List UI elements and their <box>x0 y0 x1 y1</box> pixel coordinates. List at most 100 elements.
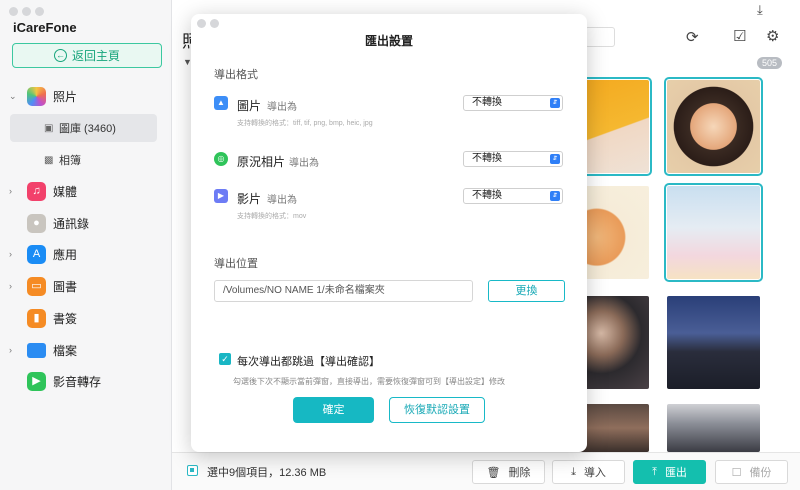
sidebar-item-label: 影音轉存 <box>53 374 102 389</box>
sidebar-item-label: 媒體 <box>53 184 78 199</box>
format-sub-live: 導出為 <box>289 158 319 169</box>
import-label: 導入 <box>583 467 606 479</box>
window-minimize-dot[interactable] <box>22 7 31 16</box>
folder-icon <box>27 342 46 358</box>
sidebar-item-label: 圖庫 (3460) <box>59 123 116 135</box>
sidebar-item-video-transfer[interactable]: ▶ 影音轉存 <box>0 367 172 395</box>
chevron-right-icon[interactable]: › <box>9 281 12 291</box>
sidebar-item-files[interactable]: › 檔案 <box>0 336 172 364</box>
sidebar-item-label: 圖書 <box>53 279 78 294</box>
photo-thumbnail[interactable] <box>667 296 760 389</box>
sidebar-item-label: 通訊錄 <box>53 216 90 231</box>
chevron-right-icon[interactable]: › <box>9 249 12 259</box>
backup-label: 備份 <box>749 467 772 479</box>
format-sub-video: 導出為 <box>267 195 297 206</box>
export-label: 匯出 <box>664 467 687 479</box>
format-name-video: 影片 <box>237 192 262 206</box>
gear-icon[interactable]: ⚙ <box>766 27 779 45</box>
search-input[interactable] <box>585 27 615 47</box>
chevron-right-icon[interactable]: › <box>9 345 12 355</box>
window-zoom-dot[interactable] <box>35 7 44 16</box>
live-photo-icon: ◎ <box>214 152 228 166</box>
sidebar-item-label: 應用 <box>53 247 78 262</box>
window-close-dot[interactable] <box>9 7 18 16</box>
sidebar-item-photos[interactable]: ⌄ 照片 <box>0 82 172 110</box>
delete-label: 刪除 <box>508 467 531 479</box>
select-all-checkbox[interactable] <box>187 465 198 476</box>
sidebar-item-contacts[interactable]: ● 通訊錄 <box>0 209 172 237</box>
contacts-icon: ● <box>27 213 46 233</box>
live-format-value: 不轉換 <box>472 153 502 164</box>
chevron-updown-icon: ⇵ <box>550 154 560 164</box>
video-icon: ▶ <box>214 189 228 203</box>
sidebar-item-books[interactable]: › ▭ 圖書 <box>0 272 172 300</box>
photo-thumbnail[interactable] <box>667 404 760 452</box>
download-icon[interactable]: ⤓ <box>757 2 763 18</box>
backup-icon: ☐ <box>731 466 742 479</box>
count-badge: 505 <box>757 57 783 69</box>
export-path-field[interactable]: /Volumes/NO NAME 1/未命名檔案夾 <box>214 280 473 302</box>
album-icon: ▩ <box>44 154 54 166</box>
photo-thumbnail[interactable] <box>664 77 763 176</box>
format-section-label: 導出格式 <box>214 69 258 81</box>
format-name-image: 圖片 <box>237 99 262 113</box>
dialog-close-dot[interactable] <box>197 19 206 28</box>
location-section-label: 導出位置 <box>214 258 258 270</box>
sidebar-item-gallery[interactable]: ▣ 圖庫 (3460) <box>10 114 157 142</box>
back-arrow-icon: ← <box>53 49 67 62</box>
sidebar-item-label: 檔案 <box>53 343 78 358</box>
image-format-note: 支持轉換的格式：tiff, tif, png, bmp, heic, jpg <box>237 120 373 127</box>
dialog-title: 匯出設置 <box>364 34 413 48</box>
import-icon: ⤓ <box>571 465 576 478</box>
music-icon: ♫ <box>27 181 46 201</box>
sidebar-item-apps[interactable]: › A 應用 <box>0 240 172 268</box>
confirm-button[interactable]: 確定 <box>293 397 374 423</box>
bookmark-icon: ▮ <box>27 308 46 328</box>
video-format-note: 支持轉換的格式：mov <box>237 213 307 220</box>
video-transfer-icon: ▶ <box>27 371 46 391</box>
sidebar-item-album[interactable]: ▩ 相簿 <box>0 146 172 174</box>
skip-confirm-note: 勾選後下次不顯示當前彈窗，直接導出，需要恢復彈窗可到【導出設定】修改 <box>233 377 505 386</box>
back-home-button[interactable]: ← 返回主頁 <box>12 43 162 68</box>
selection-summary: 選中9個項目，12.36 MB <box>207 467 327 479</box>
live-photo-format-select[interactable]: 不轉換 ⇵ <box>463 151 563 167</box>
chevron-right-icon[interactable]: › <box>9 186 12 196</box>
chevron-updown-icon: ⇵ <box>550 98 560 108</box>
delete-button[interactable]: 🗑 刪除 <box>472 460 545 484</box>
sidebar-item-label: 書簽 <box>53 311 78 326</box>
image-icon: ▲ <box>214 96 228 110</box>
format-sub-image: 導出為 <box>267 102 297 113</box>
backup-button[interactable]: ☐ 備份 <box>715 460 788 484</box>
books-icon: ▭ <box>27 276 46 296</box>
dialog-minimize-dot[interactable] <box>210 19 219 28</box>
refresh-icon[interactable]: ⟳ <box>686 28 699 46</box>
sidebar-item-label: 照片 <box>53 89 78 104</box>
trash-icon: 🗑 <box>486 466 501 479</box>
sidebar: iCareFone ← 返回主頁 ⌄ 照片 ▣ 圖庫 (3460) ▩ 相簿 ›… <box>0 0 172 490</box>
chevron-updown-icon: ⇵ <box>550 191 560 201</box>
chevron-down-icon[interactable]: ⌄ <box>9 91 17 102</box>
export-button[interactable]: ⤒ 匯出 <box>633 460 706 484</box>
back-home-label: 返回主頁 <box>71 49 120 63</box>
image-format-value: 不轉換 <box>472 97 502 108</box>
video-format-value: 不轉換 <box>472 190 502 201</box>
sidebar-item-bookmarks[interactable]: ▮ 書簽 <box>0 304 172 332</box>
import-button[interactable]: ⤓ 導入 <box>552 460 625 484</box>
skip-confirm-label: 每次導出都跳過【導出確認】 <box>237 356 380 368</box>
sidebar-item-label: 相簿 <box>59 155 81 167</box>
export-icon: ⤒ <box>652 465 657 478</box>
photos-icon <box>27 86 46 106</box>
export-settings-dialog: 匯出設置 導出格式 ▲ 圖片 導出為 不轉換 ⇵ 支持轉換的格式：tiff, t… <box>191 14 587 452</box>
skip-confirm-checkbox[interactable]: ✓ <box>219 353 231 365</box>
reset-defaults-button[interactable]: 恢復默認設置 <box>389 397 485 423</box>
clipboard-check-icon[interactable]: ☑ <box>733 27 746 45</box>
gallery-icon: ▣ <box>44 122 54 134</box>
sidebar-item-media[interactable]: › ♫ 媒體 <box>0 177 172 205</box>
app-title: iCareFone <box>13 20 77 35</box>
photo-thumbnail[interactable] <box>664 183 763 282</box>
format-name-live: 原況相片 <box>237 155 286 169</box>
appstore-icon: A <box>27 244 46 264</box>
change-path-button[interactable]: 更換 <box>488 280 565 302</box>
video-format-select[interactable]: 不轉換 ⇵ <box>463 188 563 204</box>
image-format-select[interactable]: 不轉換 ⇵ <box>463 95 563 111</box>
